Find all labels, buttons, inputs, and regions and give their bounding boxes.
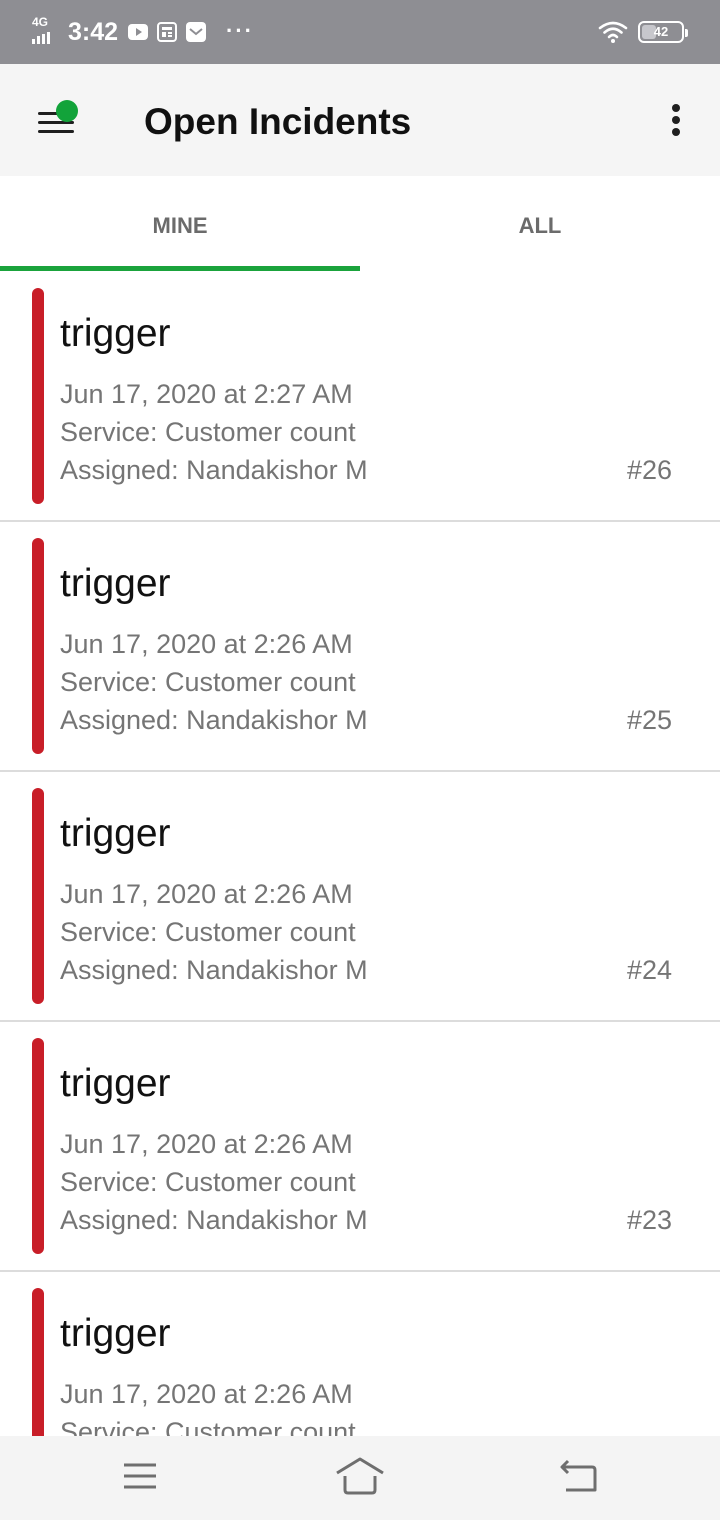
incident-assignee: Assigned: Nandakishor M — [60, 955, 368, 985]
more-notifications-icon: ··· — [226, 18, 254, 43]
incident-assignee: Assigned: Nandakishor M — [60, 455, 368, 485]
incident-number: #23 — [626, 1205, 672, 1235]
incident-item[interactable]: trigger Jun 17, 2020 at 2:26 AM Service:… — [0, 522, 720, 772]
incident-item[interactable]: trigger Jun 17, 2020 at 2:26 AM Service:… — [0, 1022, 720, 1272]
tab-indicator — [0, 266, 360, 271]
incident-service: Service: Customer count — [60, 417, 356, 447]
tab-all[interactable]: ALL — [360, 176, 720, 272]
incident-service: Service: Customer count — [60, 917, 356, 947]
status-bar: 4G 3:42 ··· 42 — [0, 0, 720, 64]
status-stripe — [32, 288, 44, 504]
incident-number: #24 — [626, 955, 672, 985]
incident-number: #26 — [626, 455, 672, 485]
more-vertical-icon[interactable] — [660, 100, 692, 140]
hamburger-menu-icon[interactable] — [30, 100, 80, 140]
app-bar: Open Incidents — [0, 64, 720, 176]
news-icon — [157, 22, 177, 42]
battery-icon: 42 — [638, 21, 688, 43]
signal-icon: 4G — [32, 16, 56, 46]
network-type: 4G — [32, 15, 49, 29]
status-stripe — [32, 788, 44, 1004]
incident-service: Service: Customer count — [60, 1417, 356, 1436]
home-icon[interactable] — [334, 1454, 386, 1498]
incident-assignee: Assigned: Nandakishor M — [60, 1205, 368, 1235]
incident-title: trigger — [60, 1312, 171, 1355]
incident-title: trigger — [60, 562, 171, 605]
back-icon[interactable] — [554, 1454, 606, 1498]
page-title: Open Incidents — [144, 101, 412, 142]
tab-mine[interactable]: MINE — [0, 176, 360, 272]
incident-date: Jun 17, 2020 at 2:26 AM — [60, 879, 353, 909]
status-stripe — [32, 1288, 44, 1436]
status-stripe — [32, 538, 44, 754]
incident-item[interactable]: trigger Jun 17, 2020 at 2:26 AM Service:… — [0, 1272, 720, 1436]
incident-title: trigger — [60, 312, 171, 355]
status-dot — [56, 100, 78, 122]
wifi-icon — [598, 21, 628, 43]
youtube-icon — [128, 24, 148, 40]
status-stripe — [32, 1038, 44, 1254]
incident-date: Jun 17, 2020 at 2:26 AM — [60, 1129, 353, 1159]
incident-date: Jun 17, 2020 at 2:27 AM — [60, 379, 353, 409]
incident-item[interactable]: trigger Jun 17, 2020 at 2:27 AM Service:… — [0, 272, 720, 522]
mail-icon — [186, 22, 206, 42]
system-nav-bar — [0, 1436, 720, 1520]
incident-date: Jun 17, 2020 at 2:26 AM — [60, 629, 353, 659]
tab-bar: MINE ALL — [0, 176, 720, 272]
incident-service: Service: Customer count — [60, 667, 356, 697]
incident-item[interactable]: trigger Jun 17, 2020 at 2:26 AM Service:… — [0, 772, 720, 1022]
incident-title: trigger — [60, 812, 171, 855]
status-time: 3:42 — [68, 18, 119, 46]
incident-title: trigger — [60, 1062, 171, 1105]
recents-menu-icon[interactable] — [114, 1454, 166, 1498]
incident-list[interactable]: trigger Jun 17, 2020 at 2:27 AM Service:… — [0, 272, 720, 1436]
incident-service: Service: Customer count — [60, 1167, 356, 1197]
incident-number: #25 — [626, 705, 672, 735]
incident-date: Jun 17, 2020 at 2:26 AM — [60, 1379, 353, 1409]
incident-assignee: Assigned: Nandakishor M — [60, 705, 368, 735]
battery-level: 42 — [653, 24, 669, 39]
